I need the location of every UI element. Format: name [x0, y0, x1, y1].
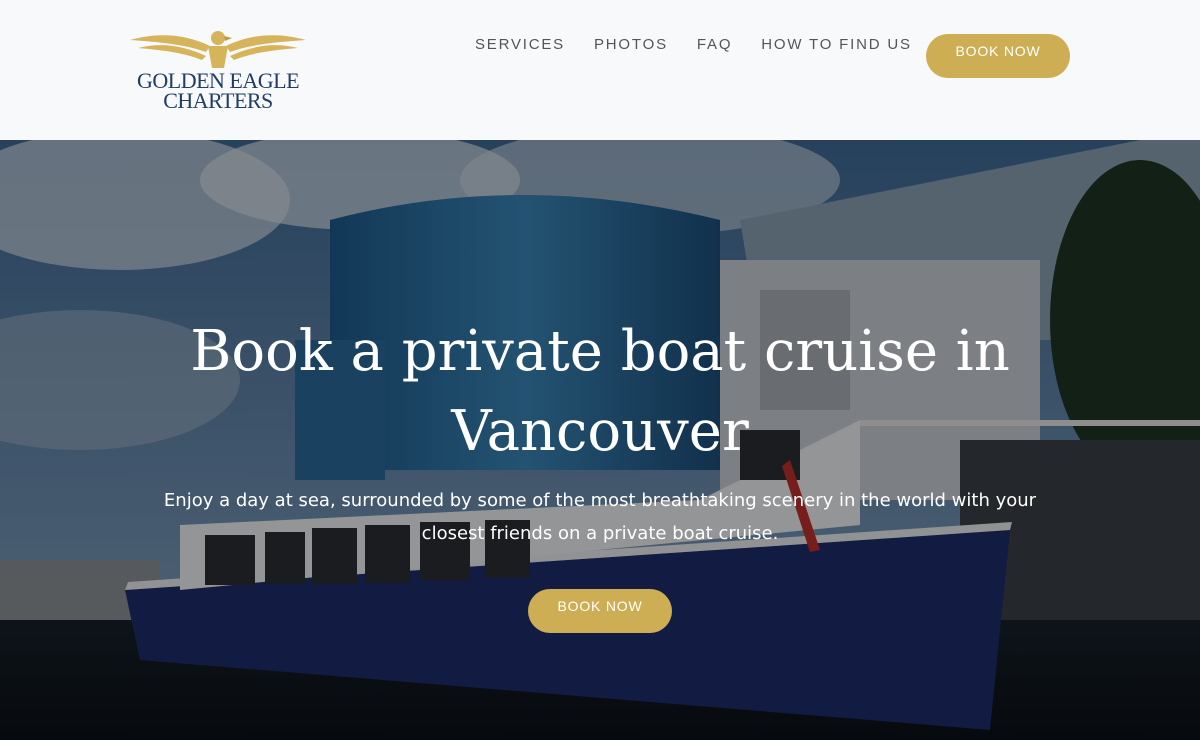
- site-header: GOLDEN EAGLE CHARTERS SERVICES PHOTOS FA…: [0, 0, 1200, 140]
- brand-name-line2: CHARTERS: [163, 88, 273, 113]
- brand-logo[interactable]: GOLDEN EAGLE CHARTERS: [128, 28, 308, 114]
- nav-faq[interactable]: FAQ: [697, 36, 732, 53]
- hero-book-now-button[interactable]: BOOK NOW: [528, 589, 672, 633]
- nav-how-to-find-us[interactable]: HOW TO FIND US: [761, 36, 911, 53]
- hero-title: Book a private boat cruise in Vancouver: [190, 319, 1010, 464]
- header-book-now-button[interactable]: BOOK NOW: [926, 34, 1070, 78]
- hero-subtitle: Enjoy a day at sea, surrounded by some o…: [163, 490, 1037, 544]
- main-nav: SERVICES PHOTOS FAQ HOW TO FIND US: [475, 36, 912, 53]
- nav-services[interactable]: SERVICES: [475, 36, 565, 53]
- nav-photos[interactable]: PHOTOS: [594, 36, 668, 53]
- hero-section: Book a private boat cruise in Vancouver …: [0, 140, 1200, 740]
